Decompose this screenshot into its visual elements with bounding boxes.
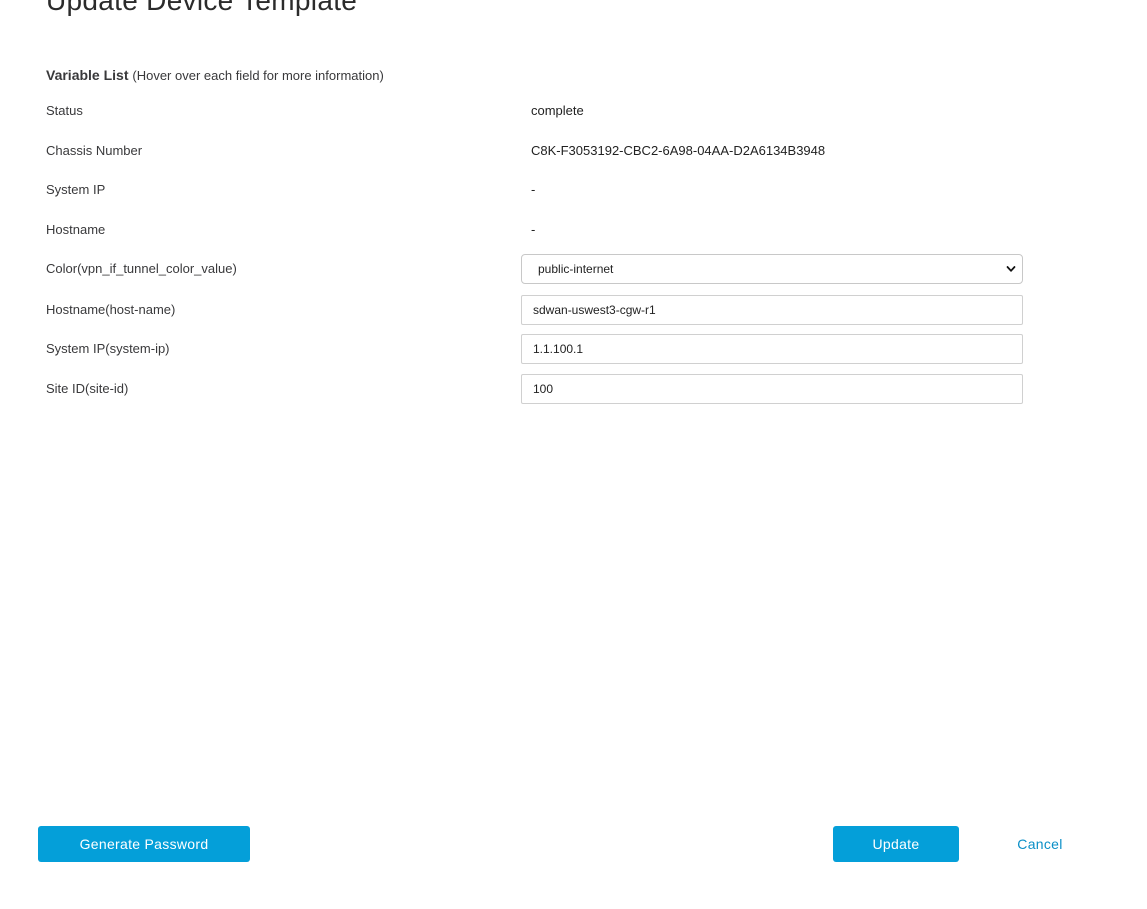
variable-list-hint: (Hover over each field for more informat…	[132, 68, 384, 83]
system-ip-field-label: System IP(system-ip)	[46, 341, 170, 356]
cancel-link[interactable]: Cancel	[1005, 826, 1075, 862]
color-selected-value: public-internet	[538, 262, 614, 276]
chassis-number-row: Chassis Number C8K-F3053192-CBC2-6A98-04…	[46, 136, 1023, 166]
variable-list-title: Variable List	[46, 67, 129, 83]
site-id-input[interactable]	[521, 374, 1023, 404]
hostname-label: Hostname	[46, 222, 106, 237]
update-device-template-page: Update Device Template Variable List (Ho…	[0, 0, 1147, 909]
system-ip-label: System IP	[46, 182, 106, 197]
chevron-down-icon	[1006, 266, 1016, 272]
chassis-number-label: Chassis Number	[46, 143, 143, 158]
system-ip-input[interactable]	[521, 334, 1023, 364]
system-ip-field-row: System IP(system-ip)	[46, 334, 1023, 364]
host-name-label: Hostname(host-name)	[46, 302, 176, 317]
color-select[interactable]: public-internet	[521, 254, 1023, 284]
hostname-row: Hostname -	[46, 215, 1023, 245]
host-name-input[interactable]	[521, 295, 1023, 325]
color-row: Color(vpn_if_tunnel_color_value) public-…	[46, 254, 1023, 284]
status-row: Status complete	[46, 96, 1023, 126]
system-ip-value: -	[531, 182, 536, 197]
color-label: Color(vpn_if_tunnel_color_value)	[46, 261, 237, 276]
variable-list-heading: Variable List (Hover over each field for…	[46, 66, 384, 85]
generate-password-button[interactable]: Generate Password	[38, 826, 250, 862]
update-button[interactable]: Update	[833, 826, 959, 862]
hostname-value: -	[531, 222, 536, 237]
page-title: Update Device Template	[46, 0, 358, 16]
status-value: complete	[531, 103, 584, 118]
site-id-row: Site ID(site-id)	[46, 374, 1023, 404]
host-name-row: Hostname(host-name)	[46, 295, 1023, 325]
system-ip-row: System IP -	[46, 175, 1023, 205]
site-id-label: Site ID(site-id)	[46, 381, 129, 396]
chassis-number-value: C8K-F3053192-CBC2-6A98-04AA-D2A6134B3948	[531, 143, 826, 158]
status-label: Status	[46, 103, 83, 118]
